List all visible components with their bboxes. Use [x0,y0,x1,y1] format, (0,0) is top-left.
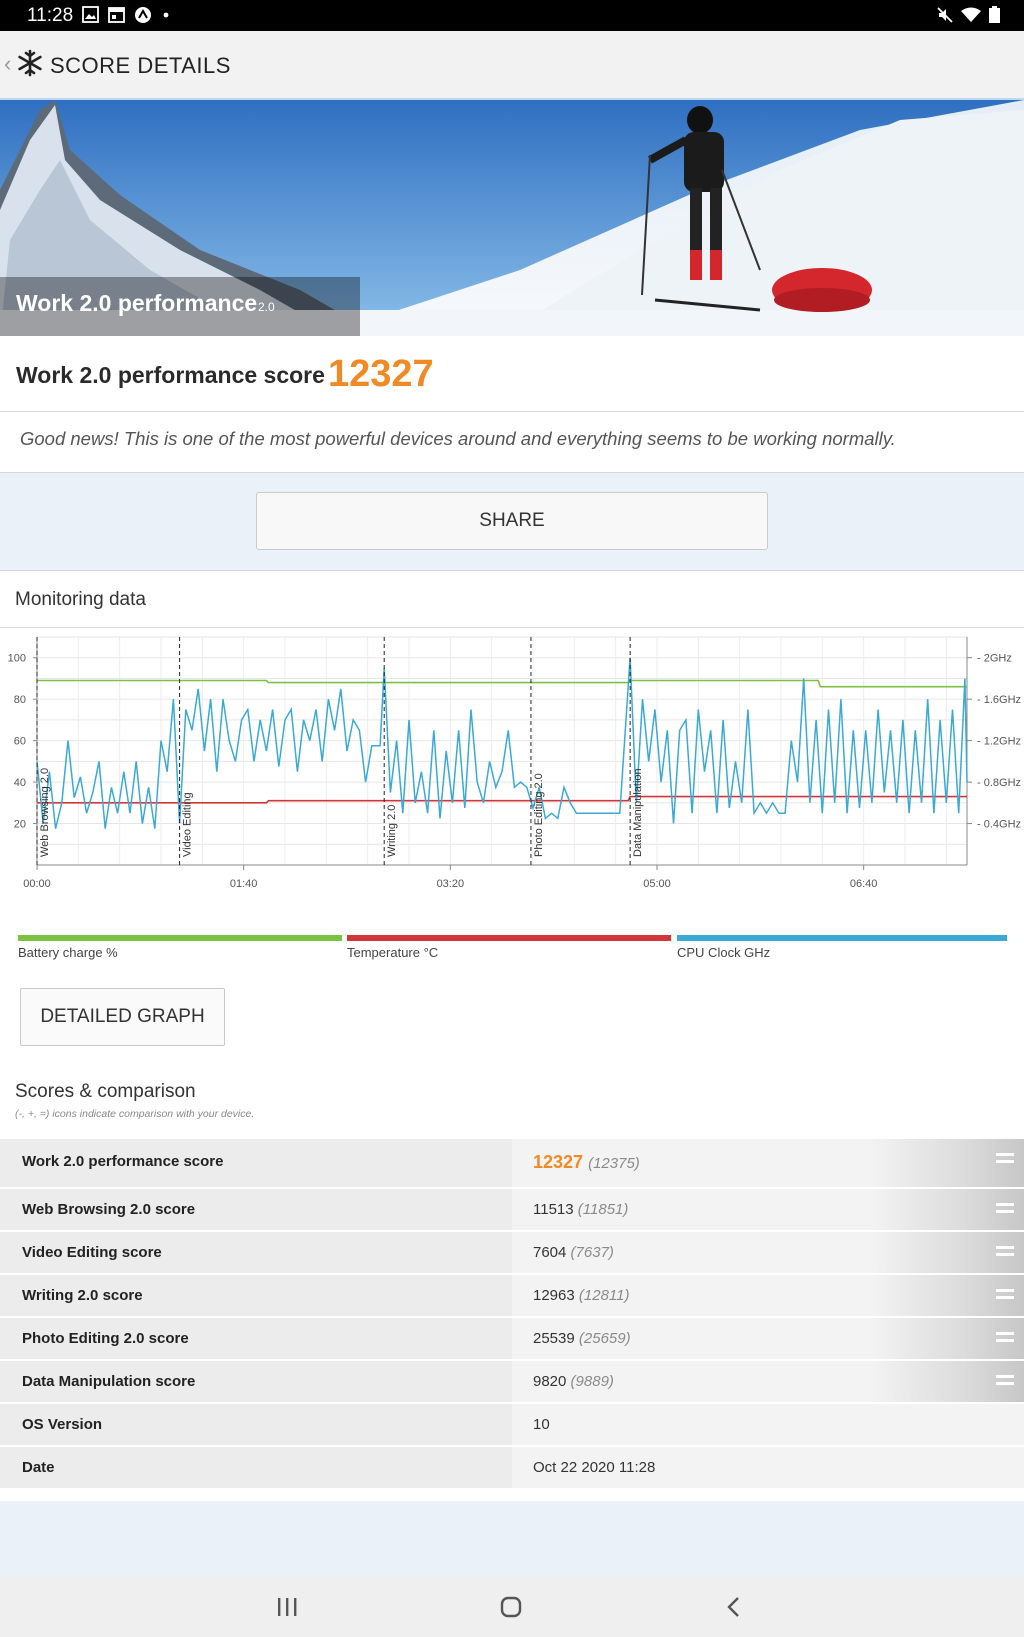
hero-version: 2.0 [258,300,275,314]
table-row[interactable]: Data Manipulation score 9820 (9889) [0,1359,1024,1402]
row-compare: (12811) [578,1287,630,1304]
row-compare: (25659) [578,1330,631,1347]
divider [0,627,1024,628]
x-tick-label: 01:40 [230,878,258,890]
legend-label-temperature: Temperature °C [347,945,439,960]
hero-title: Work 2.0 performance [16,290,258,316]
y-right-tick-label: - 2GHz [977,653,1012,665]
y-left-tick-label: 40 [14,777,26,789]
divider [0,411,1024,412]
y-right-tick-label: - 1.6GHz [977,694,1021,706]
y-left-tick-label: 100 [8,653,26,665]
segment-label: Web Browsing 2.0 [39,768,51,857]
battery-icon [989,6,1000,23]
gallery-icon [82,6,99,23]
table-row: Date Oct 22 2020 11:28 [0,1445,1024,1488]
legend-bar-cpu-clock [677,935,1007,941]
row-value: 12327 [533,1152,584,1172]
snowflake-logo-icon [18,49,42,77]
segment-label: Photo Editing 2.0 [533,773,545,857]
table-row[interactable]: Writing 2.0 score 12963 (12811) [0,1273,1024,1316]
row-label: OS Version [22,1416,103,1433]
score-message: Good news! This is one of the most power… [20,428,896,449]
equal-icon [996,1203,1014,1214]
y-right-tick-label: - 1.2GHz [977,736,1021,748]
y-left-tick-label: 60 [14,736,26,748]
status-bar: 11:28 [0,0,1024,31]
legend-label-battery: Battery charge % [18,945,118,960]
monitoring-chart[interactable]: 100 80 60 40 20 - 2GHz - 1.6GHz - 1.2GHz - 0.8GH… [0,633,1024,923]
monitoring-title: Monitoring data [15,589,146,610]
share-button[interactable]: SHARE [256,492,768,550]
scores-title: Scores & comparison [15,1081,196,1102]
table-row[interactable]: Photo Editing 2.0 score 25539 (25659) [0,1316,1024,1359]
overall-score-value: 12327 [328,353,434,395]
more-notifications-icon [163,12,169,18]
row-label: Date [22,1459,55,1476]
status-time: 11:28 [27,5,74,26]
equal-icon [996,1153,1014,1164]
row-label: Work 2.0 performance score [22,1153,224,1170]
app-bar: ‹ SCORE DETAILS [0,31,1024,100]
row-compare: (9889) [570,1373,614,1390]
y-right-tick-label: - 0.8GHz [977,777,1021,789]
segment-label: Video Editing [182,792,194,857]
row-value: 11513 [533,1201,574,1218]
segment-label: Data Manipulation [632,768,644,857]
x-tick-label: 03:20 [437,878,465,890]
recent-apps-icon[interactable] [276,1597,298,1617]
scores-subtitle: (-, +, =) icons indicate comparison with… [15,1108,255,1120]
wifi-icon [961,7,981,22]
equal-icon [996,1289,1014,1300]
calendar-icon [108,7,125,23]
equal-icon [996,1332,1014,1343]
navigation-bar [0,1577,1024,1637]
y-left-tick-label: 20 [14,819,26,831]
overall-score-label: Work 2.0 performance score [16,362,325,388]
y-left-tick-label: 80 [14,694,26,706]
row-label: Photo Editing 2.0 score [22,1330,189,1347]
back-chevron-icon[interactable]: ‹ [4,51,11,77]
row-label: Video Editing score [22,1244,162,1261]
table-row[interactable]: Video Editing score 7604 (7637) [0,1230,1024,1273]
hero-banner: Work 2.0 performance 2.0 [0,100,1024,336]
equal-icon [996,1246,1014,1257]
legend-bar-battery [18,935,342,941]
mute-icon [937,6,953,23]
x-tick-label: 05:00 [643,878,671,890]
page-title: SCORE DETAILS [50,53,231,78]
row-value: 10 [533,1416,550,1433]
y-right-tick-label: - 0.4GHz [977,819,1021,831]
back-icon[interactable] [726,1596,742,1618]
row-label: Data Manipulation score [22,1373,196,1390]
row-value: 7604 [533,1244,567,1261]
x-tick-label: 06:40 [850,878,878,890]
equal-icon [996,1375,1014,1386]
segment-label: Writing 2.0 [386,805,398,857]
row-compare: (11851) [577,1201,629,1218]
x-tick-label: 00:00 [23,878,51,890]
table-row[interactable]: Web Browsing 2.0 score 11513 (11851) [0,1187,1024,1230]
row-compare: (12375) [588,1155,640,1172]
row-label: Writing 2.0 score [22,1287,143,1304]
monitoring-panel: Monitoring data 100 80 60 40 20 - 2GHz - 1.6GH… [0,570,1024,1501]
legend-label-cpu-clock: CPU Clock GHz [677,945,771,960]
app-notification-icon [135,7,151,23]
score-card: Work 2.0 performance score 12327 Good ne… [0,336,1024,473]
row-value: 12963 [533,1287,575,1304]
home-icon[interactable] [500,1596,522,1618]
row-value: 25539 [533,1330,575,1347]
table-row[interactable]: Work 2.0 performance score 12327 (12375) [0,1137,1024,1187]
row-value: Oct 22 2020 11:28 [533,1459,656,1476]
scores-table: Work 2.0 performance score 12327 (12375)… [0,1137,1024,1488]
row-value: 9820 [533,1373,567,1390]
row-label: Web Browsing 2.0 score [22,1201,196,1218]
legend-bar-temperature [347,935,671,941]
detailed-graph-button[interactable]: DETAILED GRAPH [20,988,225,1046]
row-compare: (7637) [570,1244,614,1261]
table-row: OS Version 10 [0,1402,1024,1445]
